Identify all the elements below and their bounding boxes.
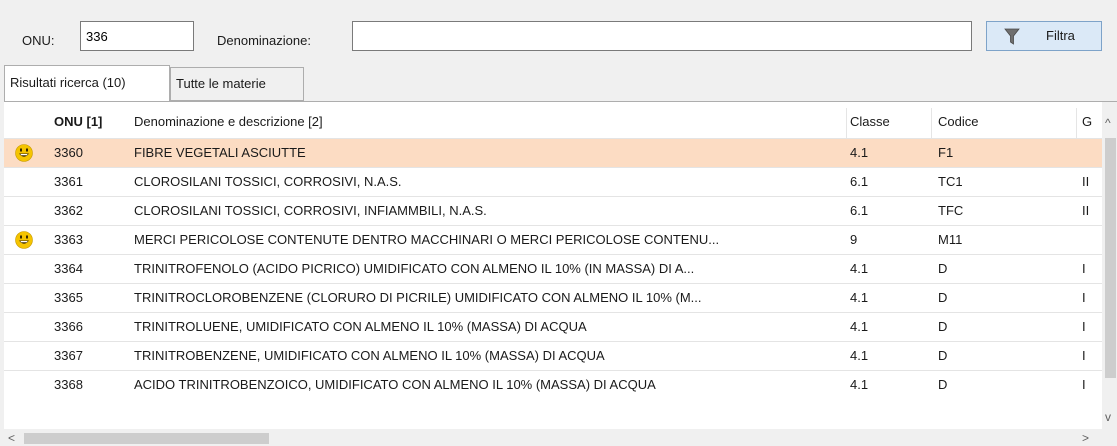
horizontal-scrollbar[interactable]: < > (4, 429, 1117, 446)
cell-onu: 3365 (54, 290, 83, 305)
cell-g: II (1082, 203, 1090, 218)
column-header-denominazione[interactable]: Denominazione e descrizione [2] (134, 114, 323, 129)
cell-denominazione: CLOROSILANI TOSSICI, CORROSIVI, INFIAMMB… (134, 203, 487, 218)
filter-button-label: Filtra (1046, 28, 1075, 43)
cell-onu: 3361 (54, 174, 83, 189)
cell-g: I (1082, 319, 1086, 334)
table-row[interactable]: 3360 FIBRE VEGETALI ASCIUTTE 4.1 F1 (4, 138, 1102, 167)
column-header-g[interactable]: G (1082, 114, 1092, 129)
smiley-icon (15, 231, 33, 249)
tab-label: Risultati ricerca (10) (10, 75, 126, 90)
cell-codice: M11 (938, 232, 963, 247)
denominazione-input[interactable] (352, 21, 972, 51)
column-header-onu[interactable]: ONU [1] (54, 114, 102, 129)
cell-classe: 4.1 (850, 290, 869, 305)
scroll-up-icon[interactable]: ^ (1105, 116, 1111, 130)
tab-label: Tutte le materie (176, 76, 266, 91)
tab-risultati-ricerca[interactable]: Risultati ricerca (10) (4, 65, 170, 102)
cell-onu: 3360 (54, 145, 83, 160)
cell-denominazione: FIBRE VEGETALI ASCIUTTE (134, 145, 306, 160)
table-row[interactable]: 3364 TRINITROFENOLO (ACIDO PICRICO) UMIDI… (4, 254, 1102, 283)
table-row[interactable]: 3367 TRINITROBENZENE, UMIDIFICATO CON ALM… (4, 341, 1102, 370)
cell-classe: 4.1 (850, 348, 869, 363)
cell-denominazione: ACIDO TRINITROBENZOICO, UMIDIFICATO CON … (134, 377, 656, 392)
cell-g: I (1082, 377, 1086, 392)
funnel-icon (1004, 28, 1020, 45)
scroll-left-icon[interactable]: < (8, 431, 15, 445)
cell-g: II (1082, 174, 1090, 189)
cell-onu: 3368 (54, 377, 83, 392)
table-header: ONU [1] Denominazione e descrizione [2] … (4, 108, 1102, 138)
table-row[interactable]: 3368 ACIDO TRINITROBENZOICO, UMIDIFICATO … (4, 370, 1102, 399)
scroll-right-icon[interactable]: > (1082, 431, 1089, 445)
cell-onu: 3366 (54, 319, 83, 334)
column-header-classe[interactable]: Classe (850, 114, 890, 129)
cell-classe: 4.1 (850, 319, 869, 334)
search-toolbar: ONU: Denominazione: Filtra (0, 0, 1117, 64)
cell-classe: 6.1 (850, 203, 869, 218)
onu-label: ONU: (22, 33, 55, 48)
cell-denominazione: TRINITROLUENE, UMIDIFICATO CON ALMENO IL… (134, 319, 587, 334)
cell-classe: 9 (850, 232, 858, 247)
cell-classe: 4.1 (850, 145, 869, 160)
cell-classe: 4.1 (850, 261, 869, 276)
column-divider[interactable] (1076, 108, 1077, 138)
cell-onu: 3367 (54, 348, 83, 363)
cell-codice: F1 (938, 145, 954, 160)
cell-onu: 3362 (54, 203, 83, 218)
filter-button[interactable]: Filtra (986, 21, 1102, 51)
cell-codice: D (938, 290, 948, 305)
tab-tutte-le-materie[interactable]: Tutte le materie (170, 67, 304, 101)
cell-codice: D (938, 348, 948, 363)
cell-denominazione: MERCI PERICOLOSE CONTENUTE DENTRO MACCHI… (134, 232, 720, 247)
cell-codice: D (938, 377, 948, 392)
cell-codice: TC1 (938, 174, 963, 189)
cell-g: I (1082, 261, 1086, 276)
cell-classe: 6.1 (850, 174, 869, 189)
vertical-scroll-thumb[interactable] (1105, 138, 1116, 378)
results-table: ONU [1] Denominazione e descrizione [2] … (4, 101, 1117, 446)
cell-onu: 3363 (54, 232, 83, 247)
cell-classe: 4.1 (850, 377, 869, 392)
cell-denominazione: TRINITROCLOROBENZENE (CLORURO DI PICRILE… (134, 290, 702, 305)
table-row[interactable]: 3366 TRINITROLUENE, UMIDIFICATO CON ALMEN… (4, 312, 1102, 341)
table-row[interactable]: 3361 CLOROSILANI TOSSICI, CORROSIVI, N.A.… (4, 167, 1102, 196)
column-divider[interactable] (846, 108, 847, 138)
cell-codice: D (938, 319, 948, 334)
smiley-icon (15, 144, 33, 162)
cell-denominazione: TRINITROFENOLO (ACIDO PICRICO) UMIDIFICA… (134, 261, 695, 276)
tab-bar: Risultati ricerca (10) Tutte le materie (0, 65, 1117, 102)
table-row[interactable]: 3365 TRINITROCLOROBENZENE (CLORURO DI PIC… (4, 283, 1102, 312)
table-row[interactable]: 3363 MERCI PERICOLOSE CONTENUTE DENTRO MA… (4, 225, 1102, 254)
cell-denominazione: CLOROSILANI TOSSICI, CORROSIVI, N.A.S. (134, 174, 402, 189)
cell-codice: D (938, 261, 948, 276)
table-row[interactable]: 3362 CLOROSILANI TOSSICI, CORROSIVI, INFI… (4, 196, 1102, 225)
horizontal-scroll-thumb[interactable] (24, 433, 269, 444)
column-divider[interactable] (931, 108, 932, 138)
cell-g: I (1082, 348, 1086, 363)
denominazione-label: Denominazione: (217, 33, 311, 48)
onu-input[interactable] (80, 21, 194, 51)
vertical-scrollbar[interactable]: ^ v (1102, 102, 1117, 429)
cell-g: I (1082, 290, 1086, 305)
cell-denominazione: TRINITROBENZENE, UMIDIFICATO CON ALMENO … (134, 348, 605, 363)
column-header-codice[interactable]: Codice (938, 114, 978, 129)
cell-onu: 3364 (54, 261, 83, 276)
cell-codice: TFC (938, 203, 964, 218)
scroll-down-icon[interactable]: v (1105, 410, 1111, 424)
